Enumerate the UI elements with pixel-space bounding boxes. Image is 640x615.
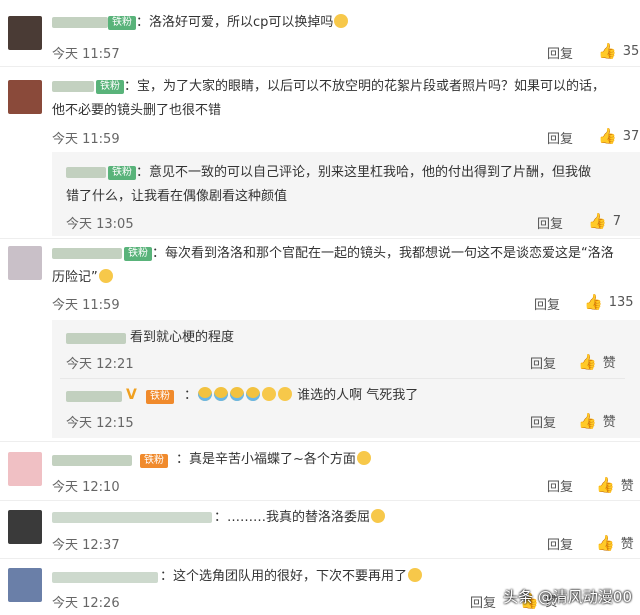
like-count: 7 [612,213,621,229]
like-button[interactable]: 👍 135 [584,293,634,311]
comment-time: 今天 11:59 [52,298,120,313]
like-button[interactable]: 👍 赞 [596,475,634,495]
like-button[interactable]: 👍 35 [598,42,639,60]
reply-button[interactable]: 回复 [547,476,573,495]
laughing-emoji-icon [356,451,371,465]
fan-badge: 铁粉 [108,16,136,30]
fist-emoji-icon [278,387,293,401]
verified-v-icon: V [126,387,137,403]
comment-text: ：………我真的替洛洛委屈 [214,507,386,529]
comment-text-line2: 历险记” [52,267,114,289]
like-button[interactable]: 👍 37 [598,127,639,145]
divider [0,238,640,239]
divider [0,558,640,559]
fan-badge: 铁粉 [146,390,174,404]
reply-text-line2: 错了什么，让我看在偶像剧看这种颜值 [66,189,288,204]
thumbs-up-icon: 👍 [598,42,617,60]
watermark: 头条 @清风动漫00 [503,588,632,606]
username-blurred[interactable] [66,167,106,178]
like-button[interactable]: 👍 赞 [596,533,634,553]
like-count: 赞 [602,356,616,371]
username-blurred[interactable] [52,248,122,259]
thumbs-up-icon: 👍 [588,212,607,230]
thumbs-up-icon: 👍 [584,293,603,311]
username-blurred[interactable] [52,455,132,466]
comment-time: 今天 12:10 [52,480,120,495]
reply-time: 今天 12:21 [66,357,134,372]
avatar[interactable] [8,510,42,544]
reply-button[interactable]: 回复 [530,412,556,431]
smile-emoji-icon [371,509,386,523]
divider [0,66,640,67]
reply-time: 今天 12:15 [66,416,134,431]
crying-emoji-icon [214,387,229,401]
like-count: 35 [622,43,640,59]
hmm-emoji-icon [98,269,113,283]
reply-text: 看到就心梗的程度 [130,330,235,345]
crying-emoji-icon [230,387,245,401]
username-blurred[interactable] [52,572,158,583]
reply-button[interactable]: 回复 [530,353,556,372]
comment-time: 今天 11:57 [52,47,120,62]
thumbs-up-icon: 👍 [596,475,615,494]
comment-text-line1: ：宝，为了大家的眼睛，以后可以不放空明的花絮片段或者照片吗？如果可以的话， [124,79,606,94]
dog-emoji-icon [408,568,423,582]
comment-text-line2: 他不必要的镜头删了也很不错 [52,103,222,118]
reply-button[interactable]: 回复 [470,592,496,611]
crying-emoji-icon [198,387,213,401]
reply-text-line1: ：意见不一致的可以自己评论，别来这里杠我哈，他的付出得到了片酬，但我做 [136,165,592,180]
fan-badge: 铁粉 [96,80,124,94]
thumbs-up-icon: 👍 [596,533,615,552]
comment-text-line1: ：每次看到洛洛和那个官配在一起的镜头，我都想说一句这不是谈恋爱这是“洛洛 [152,246,614,261]
like-button[interactable]: 👍 7 [588,212,621,230]
fan-badge: 铁粉 [108,166,136,180]
username-blurred[interactable] [66,333,126,344]
reply-button[interactable]: 回复 [547,43,573,62]
comment-time: 今天 12:26 [52,596,120,611]
crying-emoji-icon [246,387,261,401]
like-count: 赞 [602,415,616,430]
avatar[interactable] [8,568,42,602]
reply-button[interactable]: 回复 [547,534,573,553]
divider [60,378,625,379]
comment-text: ：洛洛好可爱，所以cp可以换掉吗 [136,12,349,34]
fan-badge: 铁粉 [124,247,152,261]
avatar[interactable] [8,16,42,50]
username-blurred[interactable] [52,81,94,92]
comment-time: 今天 12:37 [52,538,120,553]
divider [0,441,640,442]
comment-text: ：真是辛苦小福蝶了~各个方面 [176,449,372,471]
like-button[interactable]: 👍 赞 [578,411,616,431]
like-count: 135 [608,294,634,310]
like-button[interactable]: 👍 赞 [578,352,616,372]
username-blurred[interactable] [52,512,212,523]
avatar[interactable] [8,452,42,486]
username-blurred[interactable] [66,391,122,402]
reply-button[interactable]: 回复 [537,213,563,232]
comment-text: ：这个选角团队用的很好，下次不要再用了 [160,566,423,588]
reply-button[interactable]: 回复 [547,128,573,147]
reply-time: 今天 13:05 [66,217,134,232]
fist-emoji-icon [262,387,277,401]
divider [0,500,640,501]
avatar[interactable] [8,246,42,280]
cat-emoji-icon [334,14,349,28]
like-count: 赞 [620,479,634,494]
fan-badge: 铁粉 [140,454,168,468]
reply-button[interactable]: 回复 [534,294,560,313]
reply-text: ： 谁选的人啊 气死我了 [184,387,419,403]
like-count: 赞 [620,537,634,552]
like-count: 37 [622,128,640,144]
thumbs-up-icon: 👍 [578,411,597,430]
comment-time: 今天 11:59 [52,132,120,147]
thumbs-up-icon: 👍 [578,352,597,371]
username-blurred[interactable] [52,17,108,28]
thumbs-up-icon: 👍 [598,127,617,145]
avatar[interactable] [8,80,42,114]
